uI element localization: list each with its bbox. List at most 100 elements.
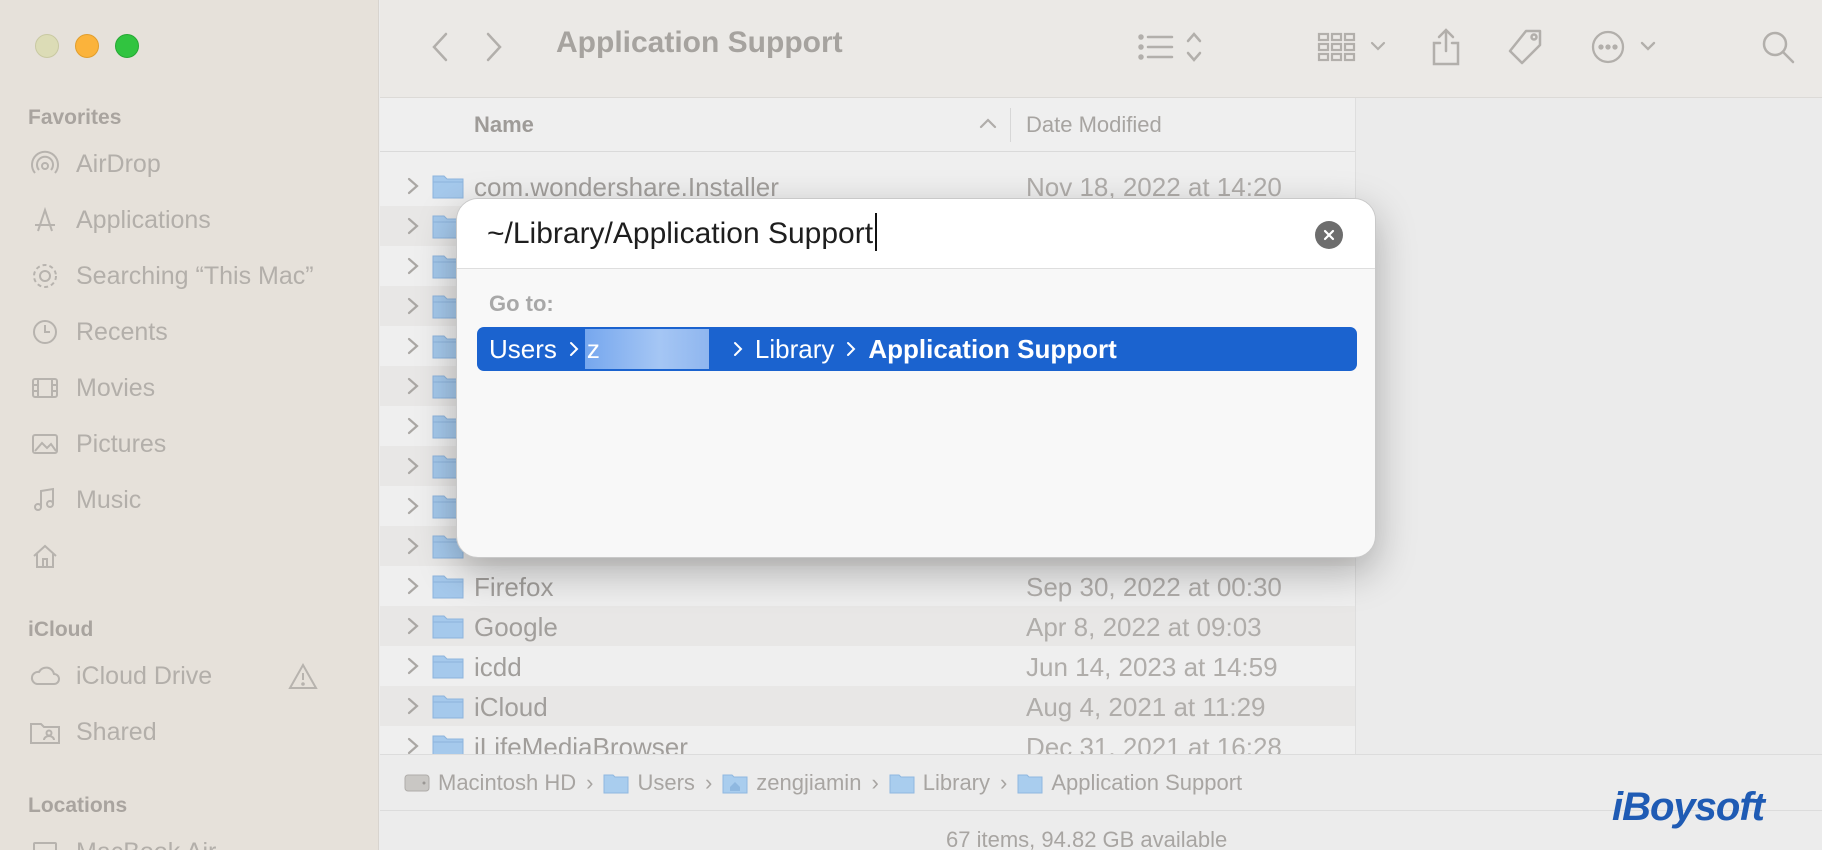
sidebar-item-music[interactable]: Music [28, 478, 358, 522]
share-button[interactable] [1426, 22, 1466, 72]
status-bar: 67 items, 94.82 GB available [380, 810, 1822, 850]
chevron-right-icon [733, 341, 743, 357]
status-text: 67 items, 94.82 GB available [946, 827, 1228, 850]
suggestion-row-selected[interactable]: Users z Library Application Support [477, 327, 1357, 371]
sort-ascending-icon [978, 112, 998, 139]
path-separator: › [586, 769, 594, 795]
dialog-input-area [457, 199, 1375, 269]
redacted-username: z [584, 329, 709, 369]
disclosure-chevron-icon[interactable] [406, 376, 420, 401]
table-row[interactable]: iCloud Aug 4, 2021 at 11:29 [380, 686, 1355, 726]
sidebar-item-label: Pictures [76, 429, 167, 458]
home-icon [28, 541, 62, 571]
airdrop-icon [28, 149, 62, 179]
search-icon [1762, 31, 1795, 64]
chevron-right-icon [846, 341, 856, 357]
clock-icon [28, 317, 62, 347]
window-minimize-button[interactable] [75, 34, 99, 58]
group-button[interactable] [1316, 22, 1392, 72]
column-header: Name Date Modified [380, 98, 1355, 152]
folder-icon [432, 613, 464, 644]
path-item-label: Users [637, 769, 695, 795]
file-name: Firefox [474, 572, 554, 602]
disclosure-chevron-icon[interactable] [406, 416, 420, 441]
file-date-modified: Jun 14, 2023 at 14:59 [1026, 652, 1278, 682]
text-cursor [875, 213, 878, 251]
folder-icon [889, 772, 915, 794]
clear-input-button[interactable] [1315, 221, 1343, 249]
column-header-date-modified[interactable]: Date Modified [1026, 112, 1162, 138]
path-separator: › [704, 769, 713, 795]
path-item-macintosh-hd[interactable]: Macintosh HD [404, 770, 576, 796]
disclosure-chevron-icon[interactable] [406, 256, 420, 281]
more-actions-button[interactable] [1588, 22, 1668, 72]
sidebar-item-label: MacBook Air [76, 838, 216, 850]
folder-icon [432, 573, 464, 604]
disclosure-chevron-icon[interactable] [406, 696, 420, 721]
sidebar-item-shared[interactable]: Shared [28, 710, 358, 754]
sidebar-item-label: Applications [76, 205, 211, 234]
disclosure-chevron-icon[interactable] [406, 496, 420, 521]
path-item-application-support[interactable]: Application Support [1017, 770, 1242, 796]
folder-icon [603, 772, 629, 794]
file-date-modified: Aug 4, 2021 at 11:29 [1026, 692, 1266, 722]
disclosure-chevron-icon[interactable] [406, 536, 420, 561]
sidebar-item-icloud-drive[interactable]: iCloud Drive [28, 654, 358, 698]
warning-icon [288, 662, 318, 695]
file-date-modified: Sep 30, 2022 at 00:30 [1026, 572, 1282, 602]
path-item-label: zengjiamin [756, 769, 862, 795]
sidebar-locations-header: Locations [28, 794, 128, 817]
folder-icon [432, 693, 464, 724]
forward-button[interactable] [476, 22, 512, 72]
sidebar-item-home[interactable] [28, 534, 358, 578]
sidebar-item-label: AirDrop [76, 149, 161, 178]
tags-button[interactable] [1504, 22, 1548, 72]
path-item-users[interactable]: Users [603, 769, 695, 796]
go-to-folder-dialog: Go to: Users z Library Application Suppo… [456, 198, 1376, 558]
ellipsis-circle-icon [1591, 30, 1656, 64]
sidebar-item-airdrop[interactable]: AirDrop [28, 142, 358, 186]
disclosure-chevron-icon[interactable] [406, 296, 420, 321]
film-icon [28, 373, 62, 403]
suggestion-segment-library: Library [754, 333, 835, 364]
disclosure-chevron-icon[interactable] [406, 336, 420, 361]
column-divider[interactable] [1010, 108, 1011, 142]
go-to-path-input[interactable] [487, 211, 1307, 257]
folder-icon [432, 653, 464, 684]
go-to-label: Go to: [489, 291, 554, 316]
table-row[interactable]: Firefox Sep 30, 2022 at 00:30 [380, 566, 1355, 606]
sidebar-item-recents[interactable]: Recents [28, 310, 358, 354]
path-item-user-home[interactable]: zengjiamin [722, 770, 861, 796]
watermark-logo: iBoysoft [1612, 785, 1765, 829]
disclosure-chevron-icon[interactable] [406, 616, 420, 641]
view-options-button[interactable] [1136, 22, 1216, 72]
back-button[interactable] [422, 22, 458, 72]
disclosure-chevron-icon[interactable] [406, 576, 420, 601]
sidebar-item-macbook-air[interactable]: MacBook Air [28, 830, 358, 850]
folder-icon [1017, 772, 1043, 794]
sidebar-item-pictures[interactable]: Pictures [28, 422, 358, 466]
shared-folder-icon [28, 717, 62, 747]
file-name: Google [474, 612, 558, 642]
sidebar-item-searching-this-mac[interactable]: Searching “This Mac” [28, 254, 358, 298]
path-item-library[interactable]: Library [889, 770, 990, 796]
list-view-icon [1138, 32, 1202, 62]
disclosure-chevron-icon[interactable] [406, 176, 420, 201]
sidebar-item-applications[interactable]: Applications [28, 198, 358, 242]
disclosure-chevron-icon[interactable] [406, 656, 420, 681]
sidebar-item-movies[interactable]: Movies [28, 366, 358, 410]
disclosure-chevron-icon[interactable] [406, 216, 420, 241]
path-item-label: Application Support [1051, 769, 1243, 795]
music-note-icon [28, 485, 62, 515]
toolbar: Application Support [380, 0, 1822, 98]
window-zoom-button[interactable] [115, 34, 139, 58]
table-row[interactable]: Google Apr 8, 2022 at 09:03 [380, 606, 1355, 646]
path-item-label: Library [922, 769, 991, 795]
table-row[interactable]: icdd Jun 14, 2023 at 14:59 [380, 646, 1355, 686]
column-header-name[interactable]: Name [474, 112, 534, 138]
window-close-button[interactable] [35, 34, 59, 58]
search-button[interactable] [1758, 22, 1798, 72]
photo-icon [28, 429, 62, 459]
disclosure-chevron-icon[interactable] [406, 456, 420, 481]
chevron-right-icon [486, 32, 502, 62]
